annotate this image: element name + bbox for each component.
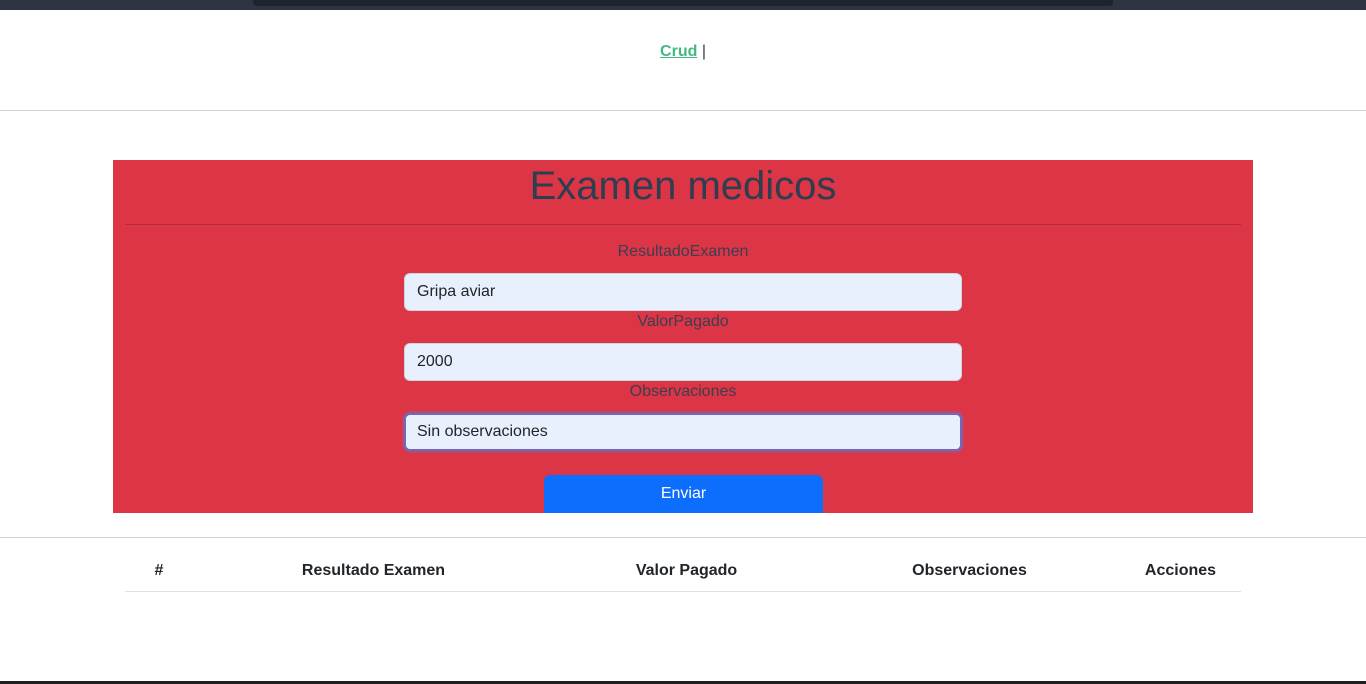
page-title: Examen medicos xyxy=(529,164,837,208)
nav-links: Crud | xyxy=(0,43,1366,61)
examenes-table: # Resultado Examen Valor Pagado Observac… xyxy=(125,552,1241,592)
column-header-observaciones: Observaciones xyxy=(819,552,1120,592)
enviar-button[interactable]: Enviar xyxy=(544,475,823,513)
column-header-number: # xyxy=(125,552,193,592)
resultado-examen-label: ResultadoExamen xyxy=(617,243,749,260)
observaciones-input[interactable] xyxy=(404,413,962,451)
section-divider xyxy=(0,537,1366,538)
nav-link-crud[interactable]: Crud xyxy=(660,43,697,60)
title-divider xyxy=(125,224,1241,225)
column-header-acciones: Acciones xyxy=(1120,552,1241,592)
nav-separator: | xyxy=(701,43,706,60)
valor-pagado-input[interactable] xyxy=(404,343,962,381)
observaciones-label: Observaciones xyxy=(629,383,737,400)
address-bar[interactable] xyxy=(253,0,1113,6)
table-header-row: # Resultado Examen Valor Pagado Observac… xyxy=(125,552,1241,592)
form-card: Examen medicos ResultadoExamen ValorPaga… xyxy=(113,160,1253,513)
valor-pagado-label: ValorPagado xyxy=(637,313,729,330)
column-header-valor-pagado: Valor Pagado xyxy=(554,552,819,592)
column-header-resultado-examen: Resultado Examen xyxy=(193,552,554,592)
browser-chrome xyxy=(0,0,1366,10)
top-nav: Crud | xyxy=(0,10,1366,111)
resultado-examen-input[interactable] xyxy=(404,273,962,311)
